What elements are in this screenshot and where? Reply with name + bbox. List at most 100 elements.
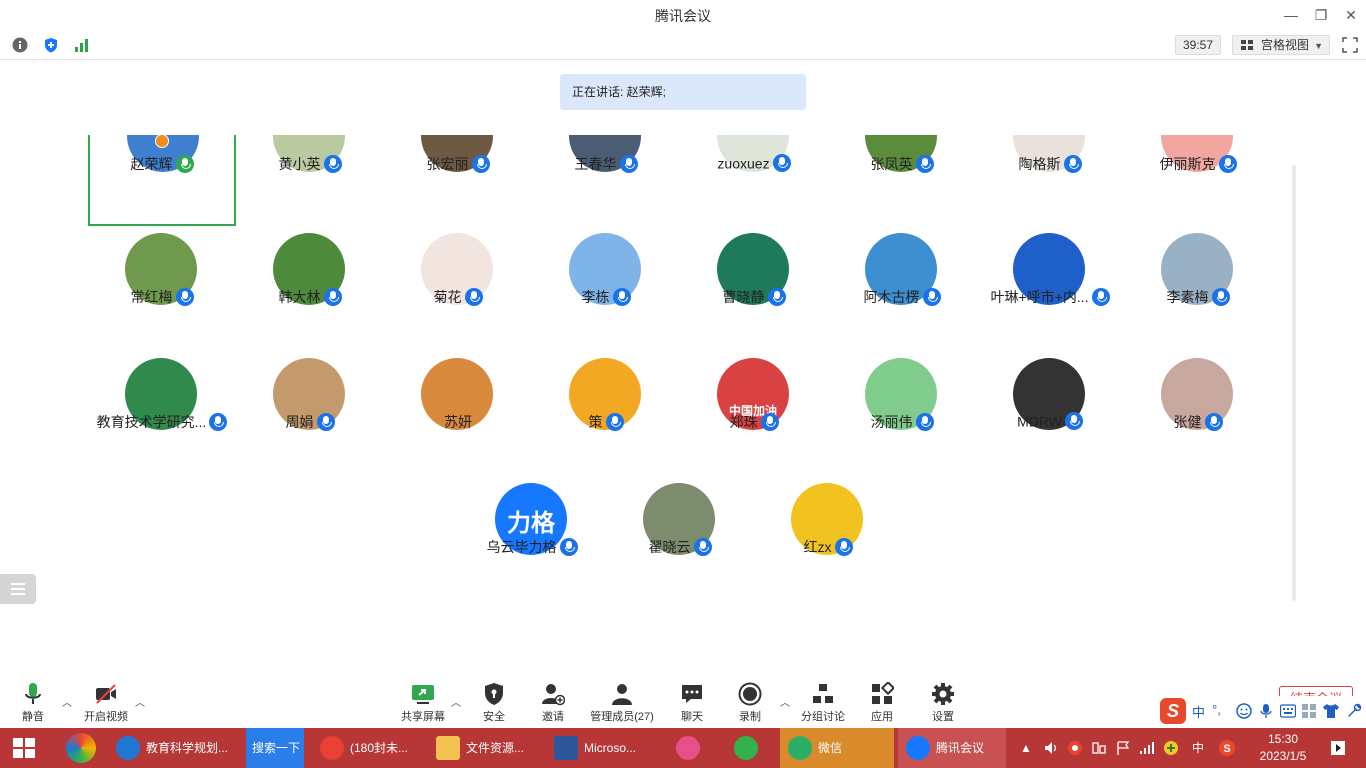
participant-tile[interactable]: 陶格斯 xyxy=(976,135,1124,225)
participant-tile[interactable]: 汤丽伟 xyxy=(828,358,976,483)
participant-tile[interactable]: 曹晓静 xyxy=(680,233,828,358)
apps-button[interactable]: 应用 xyxy=(866,682,898,724)
taskbar-app[interactable] xyxy=(668,728,718,768)
participant-name-row: 伊丽斯克 xyxy=(1104,154,1290,174)
taskbar-app-label: 微信 xyxy=(818,741,843,755)
tray-expand-icon[interactable]: ▲ xyxy=(1020,728,1032,768)
participant-tile[interactable]: 张凤英 xyxy=(828,135,976,225)
chevron-down-icon: ▼ xyxy=(1314,41,1323,51)
video-button[interactable]: 开启视频 xyxy=(80,682,132,724)
minimize-button[interactable]: — xyxy=(1280,4,1302,26)
participant-tile[interactable]: 教育技术学研究... xyxy=(88,358,236,483)
breakout-rooms-button[interactable]: 分组讨论 xyxy=(798,682,848,724)
taskbar-app[interactable] xyxy=(726,728,776,768)
apps-icon xyxy=(872,682,894,704)
windows-start-icon[interactable] xyxy=(0,728,48,768)
grid-scrollbar[interactable] xyxy=(1292,165,1296,601)
participant-tile[interactable]: 阿木古楞 xyxy=(828,233,976,358)
participant-tile[interactable]: 张宏丽 xyxy=(384,135,532,225)
participant-name: 教育技术学研究... xyxy=(96,414,207,430)
view-mode-dropdown[interactable]: 宫格视图 ▼ xyxy=(1232,35,1330,55)
microphone-icon xyxy=(1204,413,1223,431)
ime-punct-toggle[interactable]: °, xyxy=(1212,702,1221,717)
wifi-signal-icon[interactable] xyxy=(1139,740,1155,756)
mute-button[interactable]: 静音 xyxy=(14,682,52,724)
microphone-icon xyxy=(619,155,638,173)
participant-tile[interactable]: 红zx xyxy=(754,483,902,605)
participant-tile[interactable]: 菊花 xyxy=(384,233,532,358)
chevron-up-icon[interactable]: ︿ xyxy=(135,694,145,709)
participant-tile[interactable]: MDRW xyxy=(976,358,1124,483)
ime-lang-toggle[interactable]: 中 xyxy=(1192,702,1205,721)
network-icon[interactable] xyxy=(1091,740,1107,756)
settings-button[interactable]: 设置 xyxy=(927,682,959,724)
taskbar-app[interactable]: 搜索一下 xyxy=(246,728,304,768)
participant-tile[interactable]: 苏妍 xyxy=(384,358,532,483)
flag-icon[interactable] xyxy=(1115,740,1131,756)
participant-name: 韩大林 xyxy=(278,289,321,305)
participant-tile[interactable]: 李素梅 xyxy=(1124,233,1272,358)
mic-icon[interactable] xyxy=(1258,703,1274,719)
shield-icon[interactable] xyxy=(43,37,59,53)
colorful-app-icon xyxy=(66,733,96,763)
chat-icon xyxy=(682,685,702,703)
taskbar-app[interactable]: 微信 xyxy=(780,728,894,768)
volume-icon[interactable] xyxy=(1043,740,1059,756)
taskbar-app[interactable]: 腾讯会议 xyxy=(898,728,1006,768)
taskbar-app-label: 搜索一下 xyxy=(252,741,301,755)
shirt-icon[interactable] xyxy=(1322,703,1340,719)
security-button[interactable]: 安全 xyxy=(478,682,510,724)
participant-name-row: 张健 xyxy=(1104,412,1290,432)
participant-tile[interactable]: 力格 乌云毕力格 xyxy=(458,483,606,605)
close-button[interactable]: ✕ xyxy=(1340,4,1362,26)
share-screen-button[interactable]: 共享屏幕 xyxy=(398,682,448,724)
participant-tile[interactable]: 李栋 xyxy=(532,233,680,358)
taskbar-app[interactable]: Microso... xyxy=(546,728,656,768)
restore-button[interactable]: ❐ xyxy=(1310,4,1332,26)
participant-tile[interactable]: 策 xyxy=(532,358,680,483)
participant-tile[interactable]: zuoxuez xyxy=(680,135,828,225)
notification-icon[interactable] xyxy=(1330,740,1346,756)
app-window: 腾讯会议 — ❐ ✕ 39:57 宫格视图 ▼ 正在讲话: 赵荣辉; 赵荣辉 黄小… xyxy=(0,0,1366,768)
grid-icon[interactable] xyxy=(1302,704,1316,718)
taskbar-app[interactable]: 教育科学规划... xyxy=(108,728,246,768)
breakout-label: 分组讨论 xyxy=(801,711,845,723)
keyboard-icon[interactable] xyxy=(1280,704,1296,718)
chevron-up-icon[interactable]: ︿ xyxy=(451,694,461,709)
participant-tile[interactable]: 叶琳+呼市+内... xyxy=(976,233,1124,358)
plus-app-icon[interactable] xyxy=(1163,740,1179,756)
smile-icon[interactable] xyxy=(1236,703,1252,719)
antivirus-icon[interactable] xyxy=(1067,740,1083,756)
taskbar-app-colorful[interactable] xyxy=(60,728,102,768)
participant-tile[interactable]: 王春华 xyxy=(532,135,680,225)
participant-tile[interactable]: 伊丽斯克 xyxy=(1124,135,1272,225)
chat-button[interactable]: 聊天 xyxy=(676,682,708,724)
participant-tile[interactable]: 常红梅 xyxy=(88,233,236,358)
chevron-up-icon[interactable]: ︿ xyxy=(780,694,790,709)
invite-button[interactable]: 邀请 xyxy=(537,682,569,724)
participant-name: 红zx xyxy=(803,539,832,555)
clock[interactable]: 15:30 2023/1/5 xyxy=(1248,731,1318,765)
participant-tile[interactable]: 翟晓云 xyxy=(606,483,754,605)
participant-tile[interactable]: 韩大林 xyxy=(236,233,384,358)
signal-icon[interactable] xyxy=(74,37,90,53)
chevron-up-icon[interactable]: ︿ xyxy=(62,694,72,709)
fullscreen-icon[interactable] xyxy=(1342,37,1358,53)
taskbar-app-icon xyxy=(116,736,140,760)
participant-tile[interactable]: 张健 xyxy=(1124,358,1272,483)
participant-tile[interactable]: 中国加油 郑珠 xyxy=(680,358,828,483)
participant-tile[interactable]: 黄小英 xyxy=(236,135,384,225)
member-list-toggle[interactable] xyxy=(0,574,36,604)
manage-members-button[interactable]: 管理成员(27) xyxy=(586,682,658,724)
taskbar-app[interactable]: 文件资源... xyxy=(428,728,540,768)
wrench-icon[interactable] xyxy=(1346,703,1362,719)
info-icon[interactable] xyxy=(12,37,28,53)
participant-name: 张宏丽 xyxy=(426,156,469,172)
taskbar-app[interactable]: (180封未... xyxy=(312,728,422,768)
participant-tile[interactable]: 周娟 xyxy=(236,358,384,483)
record-button[interactable]: 录制 xyxy=(734,682,766,724)
sogou-tray-icon[interactable]: S xyxy=(1218,739,1236,757)
participant-tile[interactable]: 赵荣辉 xyxy=(88,135,236,226)
tray-lang[interactable]: 中 xyxy=(1192,728,1204,768)
sogou-logo-icon[interactable]: S xyxy=(1160,698,1186,724)
